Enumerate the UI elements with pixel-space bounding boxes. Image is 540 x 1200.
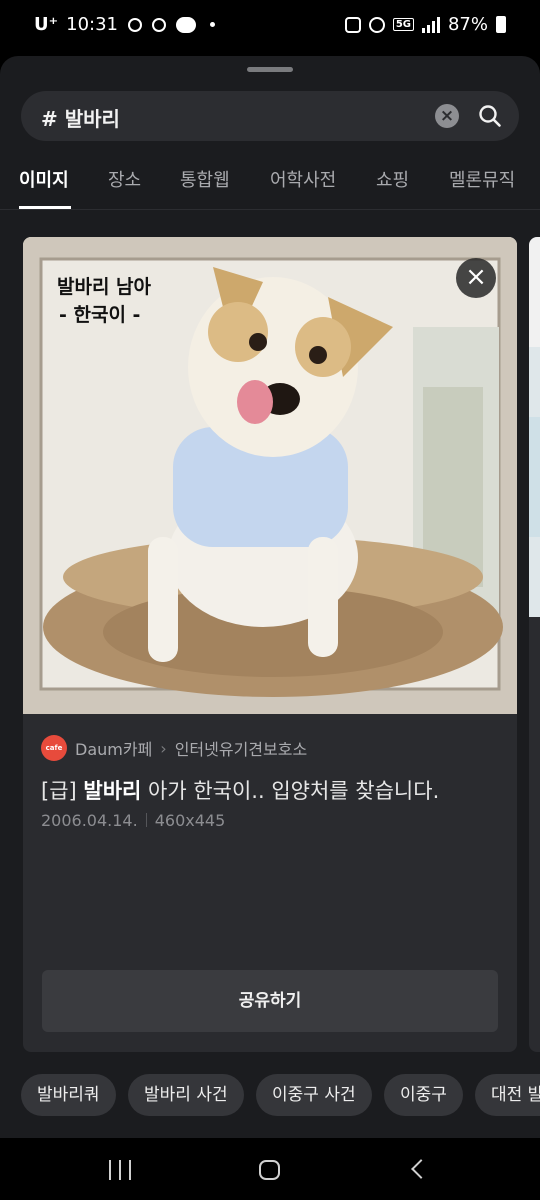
headline-prefix: [급]: [41, 779, 84, 803]
tab-web[interactable]: 통합웹: [180, 166, 230, 192]
battery-percent: 87%: [447, 14, 488, 35]
tab-dictionary[interactable]: 어학사전: [270, 166, 336, 192]
result-meta: 2006.04.14. 460x445: [41, 811, 225, 830]
result-headline[interactable]: [급] 발바리 아가 한국이.. 입양처를 찾습니다.: [41, 775, 439, 805]
pill-icon: [149, 14, 169, 35]
related-chip[interactable]: 발바리쿼: [21, 1074, 116, 1116]
source-row[interactable]: cafe Daum카페 › 인터넷유기견보호소: [41, 735, 307, 761]
signal-icon: [421, 16, 440, 33]
search-tabs: 이미지 장소 통합웹 어학사전 쇼핑 멜론뮤직: [0, 156, 540, 210]
notification-dot-icon: [210, 22, 215, 27]
search-bar[interactable]: # 발바리 ×: [21, 91, 519, 141]
sheet-drag-handle[interactable]: [247, 67, 293, 72]
nfc-icon: [344, 16, 361, 33]
talk-icon: [176, 16, 196, 33]
headline-rest: 아가 한국이.. 입양처를 찾습니다.: [141, 779, 440, 803]
pill-icon: [125, 14, 145, 35]
status-time: 10:31: [66, 14, 118, 35]
recent-apps-icon[interactable]: [109, 1160, 131, 1180]
chevron-right-icon: ›: [160, 738, 167, 758]
source-name[interactable]: Daum카페: [75, 736, 152, 760]
next-card-map-image: [529, 347, 540, 617]
carrier-label: U⁺: [34, 14, 59, 35]
photo-caption-line2: - 한국이 -: [59, 304, 140, 326]
search-icon[interactable]: [477, 103, 503, 129]
status-bar: U⁺ 10:31 5G 87%: [0, 0, 540, 56]
image-result-card: 발바리 남아 - 한국이 - × cafe Daum카페 › 인터넷유기견보호소…: [23, 237, 517, 1052]
status-left: U⁺ 10:31: [34, 14, 215, 35]
cafe-logo: cafe: [41, 735, 67, 761]
tab-shopping[interactable]: 쇼핑: [376, 166, 409, 192]
alarm-icon: [368, 16, 385, 33]
close-icon[interactable]: ×: [456, 258, 496, 298]
related-search-chips: 발바리쿼 발바리 사건 이중구 사건 이중구 대전 발바리: [0, 1074, 540, 1118]
image-viewer-sheet: # 발바리 × 이미지 장소 통합웹 어학사전 쇼핑 멜론뮤직 발바리 남아 -…: [0, 56, 540, 1138]
source-subname[interactable]: 인터넷유기견보호소: [175, 736, 307, 760]
network-type: 5G: [392, 18, 414, 31]
tab-places[interactable]: 장소: [108, 166, 141, 192]
next-result-card-peek[interactable]: [529, 237, 540, 1052]
back-icon[interactable]: [411, 1159, 431, 1179]
share-button[interactable]: 공유하기: [42, 970, 498, 1032]
active-tab-indicator: [19, 206, 71, 209]
clear-icon[interactable]: ×: [435, 104, 459, 128]
next-card-image-top: [529, 237, 540, 347]
battery-icon: [496, 16, 506, 33]
system-nav-bar: [0, 1138, 540, 1200]
related-chip[interactable]: 이중구: [384, 1074, 463, 1116]
tab-images[interactable]: 이미지: [19, 166, 69, 192]
result-date: 2006.04.14.: [41, 811, 138, 830]
home-icon[interactable]: [259, 1160, 280, 1180]
meta-divider: [145, 813, 147, 827]
search-query[interactable]: # 발바리: [41, 103, 120, 132]
headline-keyword: 발바리: [83, 779, 142, 803]
dog-photo[interactable]: 발바리 남아 - 한국이 -: [23, 237, 517, 714]
related-chip[interactable]: 발바리 사건: [128, 1074, 244, 1116]
image-dimensions: 460x445: [154, 811, 226, 830]
related-chip[interactable]: 대전 발바리: [475, 1074, 540, 1116]
status-right: 5G 87%: [344, 14, 506, 35]
related-chip[interactable]: 이중구 사건: [256, 1074, 372, 1116]
photo-caption-line1: 발바리 남아: [57, 276, 152, 298]
tab-melon-music[interactable]: 멜론뮤직: [449, 166, 515, 192]
